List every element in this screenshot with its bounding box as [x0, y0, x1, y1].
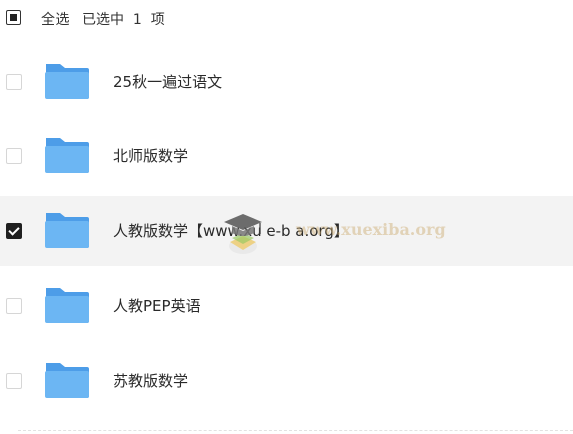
folder-icon [45, 288, 89, 323]
file-row[interactable]: 北师版数学 [0, 121, 573, 191]
folder-icon [45, 138, 89, 173]
selected-count-text: 已选中 1 项 [82, 12, 165, 28]
graduation-cap-icon [224, 214, 262, 254]
row-checkbox[interactable] [6, 298, 22, 314]
select-all-checkbox[interactable] [6, 10, 21, 25]
file-row[interactable]: 25秋一遍过语文 [0, 47, 573, 117]
folder-icon [45, 363, 89, 398]
folder-icon [45, 213, 89, 248]
row-checkbox[interactable] [6, 74, 22, 90]
row-checkbox-checked[interactable] [6, 223, 22, 239]
row-checkbox[interactable] [6, 148, 22, 164]
folder-icon [45, 64, 89, 99]
file-row-selected[interactable]: 人教版数学【www.xu e-b a.org】 [0, 196, 573, 266]
file-row[interactable]: 人教PEP英语 [0, 271, 573, 341]
file-name[interactable]: 25秋一遍过语文 [113, 71, 222, 92]
selection-toolbar: 全选 已选中 1 项 [0, 0, 573, 40]
file-list-page: 全选 已选中 1 项 25秋一遍过语文 北师版数学 人教版数学【www.xu e… [0, 0, 573, 434]
select-all-label[interactable]: 全选 [41, 9, 70, 29]
row-checkbox[interactable] [6, 373, 22, 389]
file-row[interactable]: 苏教版数学 [0, 346, 573, 416]
file-name[interactable]: 苏教版数学 [113, 370, 188, 391]
file-name[interactable]: 人教PEP英语 [113, 295, 201, 316]
divider [18, 430, 573, 431]
file-name[interactable]: 北师版数学 [113, 145, 188, 166]
